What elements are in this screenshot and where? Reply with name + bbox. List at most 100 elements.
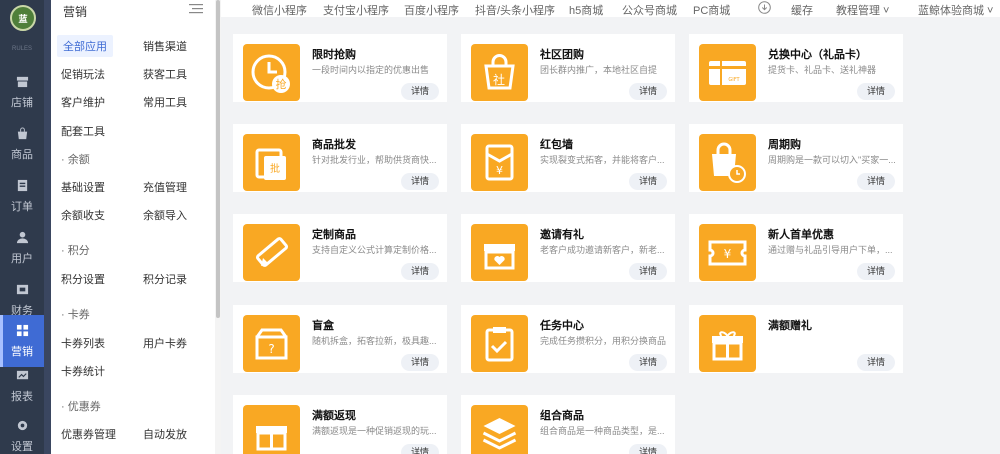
details-button[interactable]: 详情 <box>629 83 667 100</box>
submenu-all-apps[interactable]: 全部应用 <box>57 35 113 57</box>
app-card-combo-goods[interactable]: 组合商品 组合商品是一种商品类型，是... 详情 <box>461 395 675 454</box>
app-card-task-center[interactable]: 任务中心 完成任务攒积分，用积分换商品 详情 <box>461 305 675 373</box>
submenu-points-settings[interactable]: 积分设置 <box>61 271 105 287</box>
app-card-flash-sale[interactable]: 抢 限时抢购 一段时间内以指定的优惠出售 详情 <box>233 34 447 102</box>
nav-item-users[interactable]: 用户 <box>0 222 44 274</box>
submenu-voucher-mgmt[interactable]: 优惠券管理 <box>61 426 116 442</box>
cache-link[interactable]: 缓存 <box>791 2 813 18</box>
nav-item-goods[interactable]: 商品 <box>0 118 44 170</box>
submenu-acquire-tools[interactable]: 获客工具 <box>143 66 187 82</box>
details-button[interactable]: 详情 <box>629 173 667 190</box>
card-title: 限时抢购 <box>312 49 356 61</box>
tab-wechat-miniprogram[interactable]: 微信小程序 <box>252 2 307 18</box>
marketing-submenu: 营销 全部应用 销售渠道 促销玩法 获客工具 客户维护 常用工具 配套工具 · … <box>51 0 215 454</box>
flash-sale-clock-icon: 抢 <box>251 54 290 93</box>
tab-h5-mall[interactable]: h5商城 <box>569 2 603 18</box>
custom-ruler-icon <box>255 237 289 267</box>
shop-switcher[interactable]: 蓝鲸体验商城 ˅ <box>918 2 993 18</box>
store-icon <box>16 76 28 87</box>
layers-icon <box>482 418 517 450</box>
submenu-common-tools[interactable]: 常用工具 <box>143 94 187 110</box>
app-card-blind-box[interactable]: ? 盲盒 随机拆盒，拓客拉新，极具趣... 详情 <box>233 305 447 373</box>
submenu-support-tools[interactable]: 配套工具 <box>61 123 105 139</box>
app-card-custom-goods[interactable]: 定制商品 支持自定义公式计算定制价格... 详情 <box>233 214 447 282</box>
card-desc: 组合商品是一种商品类型，是... <box>540 426 665 436</box>
submenu-auto-issue[interactable]: 自动发放 <box>143 426 187 442</box>
cycle-purchase-icon <box>712 142 746 183</box>
tab-alipay-miniprogram[interactable]: 支付宝小程序 <box>323 2 389 18</box>
details-button[interactable]: 详情 <box>629 354 667 371</box>
main-nav-rail: 蓝 RULES 店铺 商品 订单 用户 财务 营销 报表 设置 <box>0 0 44 454</box>
card-icon-bg: ¥ <box>699 224 756 281</box>
card-desc: 支持自定义公式计算定制价格... <box>312 245 437 255</box>
submenu-card-list[interactable]: 卡券列表 <box>61 335 105 351</box>
details-button[interactable]: 详情 <box>857 83 895 100</box>
card-title: 组合商品 <box>540 410 584 422</box>
card-desc: 满额返现是一种促销返现的玩... <box>312 426 437 436</box>
submenu-balance-io[interactable]: 余额收支 <box>61 207 105 223</box>
wholesale-icon: 批 <box>255 148 286 180</box>
nav-item-settings[interactable]: 设置 <box>0 410 44 454</box>
card-desc: 针对批发行业，帮助供货商快... <box>312 155 437 165</box>
app-card-first-order-discount[interactable]: ¥ 新人首单优惠 通过赠与礼品引导用户下单，... 详情 <box>689 214 903 282</box>
download-icon[interactable] <box>758 1 771 14</box>
details-button[interactable]: 详情 <box>401 173 439 190</box>
card-desc: 老客户成功邀请新客户，新老... <box>540 245 665 255</box>
nav-label: 商品 <box>11 148 33 161</box>
app-card-community-group-buy[interactable]: 社 社区团购 团长群内推广，本地社区自提 详情 <box>461 34 675 102</box>
submenu-group-cards: · 卡券 <box>61 309 90 321</box>
submenu-promo-play[interactable]: 促销玩法 <box>61 66 105 82</box>
submenu-points-record[interactable]: 积分记录 <box>143 271 187 287</box>
card-title: 商品批发 <box>312 139 356 151</box>
details-button[interactable]: 详情 <box>629 444 667 454</box>
submenu-customer-care[interactable]: 客户维护 <box>61 94 105 110</box>
brand-logo[interactable]: 蓝 <box>10 5 36 31</box>
logo-subtext: RULES <box>11 46 32 52</box>
red-envelope-icon: ¥ <box>485 144 514 181</box>
app-card-cashback[interactable]: 满额返现 满额返现是一种促销返现的玩... 详情 <box>233 395 447 454</box>
nav-item-reports[interactable]: 报表 <box>0 360 44 412</box>
app-card-red-envelope-wall[interactable]: ¥ 红包墙 实现裂变式拓客，并能将客户... 详情 <box>461 124 675 192</box>
details-button[interactable]: 详情 <box>401 354 439 371</box>
nav-item-orders[interactable]: 订单 <box>0 170 44 222</box>
app-card-gift-card-center[interactable]: GIFT 兑换中心（礼品卡） 提货卡、礼品卡、送礼神器 详情 <box>689 34 903 102</box>
details-button[interactable]: 详情 <box>401 263 439 280</box>
card-title: 盲盒 <box>312 320 334 332</box>
svg-text:批: 批 <box>270 162 280 175</box>
card-icon-bg <box>699 134 756 191</box>
submenu-basic-settings[interactable]: 基础设置 <box>61 179 105 195</box>
submenu-card-stats[interactable]: 卡券统计 <box>61 363 105 379</box>
tab-pc-mall[interactable]: PC商城 <box>693 2 730 18</box>
svg-text:¥: ¥ <box>724 247 732 261</box>
details-button[interactable]: 详情 <box>401 83 439 100</box>
submenu-balance-import[interactable]: 余额导入 <box>143 207 187 223</box>
tab-official-account-mall[interactable]: 公众号商城 <box>622 2 677 18</box>
submenu-user-cards[interactable]: 用户卡券 <box>143 335 187 351</box>
details-button[interactable]: 详情 <box>629 263 667 280</box>
details-button[interactable]: 详情 <box>857 173 895 190</box>
collapse-menu-icon[interactable] <box>189 3 203 15</box>
report-icon <box>16 370 28 379</box>
nav-item-store[interactable]: 店铺 <box>0 66 44 118</box>
submenu-sales-channel[interactable]: 销售渠道 <box>143 38 187 54</box>
card-desc: 实现裂变式拓客，并能将客户... <box>540 155 665 165</box>
card-title: 兑换中心（礼品卡） <box>768 49 867 61</box>
details-button[interactable]: 详情 <box>857 354 895 371</box>
rail-divider <box>44 0 51 454</box>
card-desc: 一段时间内以指定的优惠出售 <box>312 65 430 75</box>
app-card-wholesale[interactable]: 批 商品批发 针对批发行业，帮助供货商快... 详情 <box>233 124 447 192</box>
submenu-scrollbar[interactable] <box>216 0 220 318</box>
details-button[interactable]: 详情 <box>401 444 439 454</box>
community-bag-icon: 社 <box>484 54 515 90</box>
tutorial-dropdown[interactable]: 教程管理 ˅ <box>836 2 889 18</box>
app-card-cycle-purchase[interactable]: 周期购 周期购是一款可以切入"买家一... 详情 <box>689 124 903 192</box>
submenu-recharge-mgmt[interactable]: 充值管理 <box>143 179 187 195</box>
card-icon-bg <box>471 405 528 454</box>
card-icon-bg: 社 <box>471 44 528 101</box>
logo-text: 蓝 <box>18 13 28 24</box>
tab-baidu-miniprogram[interactable]: 百度小程序 <box>404 2 459 18</box>
tab-douyin-miniprogram[interactable]: 抖音/头条小程序 <box>475 2 555 18</box>
details-button[interactable]: 详情 <box>857 263 895 280</box>
app-card-invite-gift[interactable]: 邀请有礼 老客户成功邀请新客户，新老... 详情 <box>461 214 675 282</box>
app-card-full-amount-gift[interactable]: 满额赠礼 详情 <box>689 305 903 373</box>
